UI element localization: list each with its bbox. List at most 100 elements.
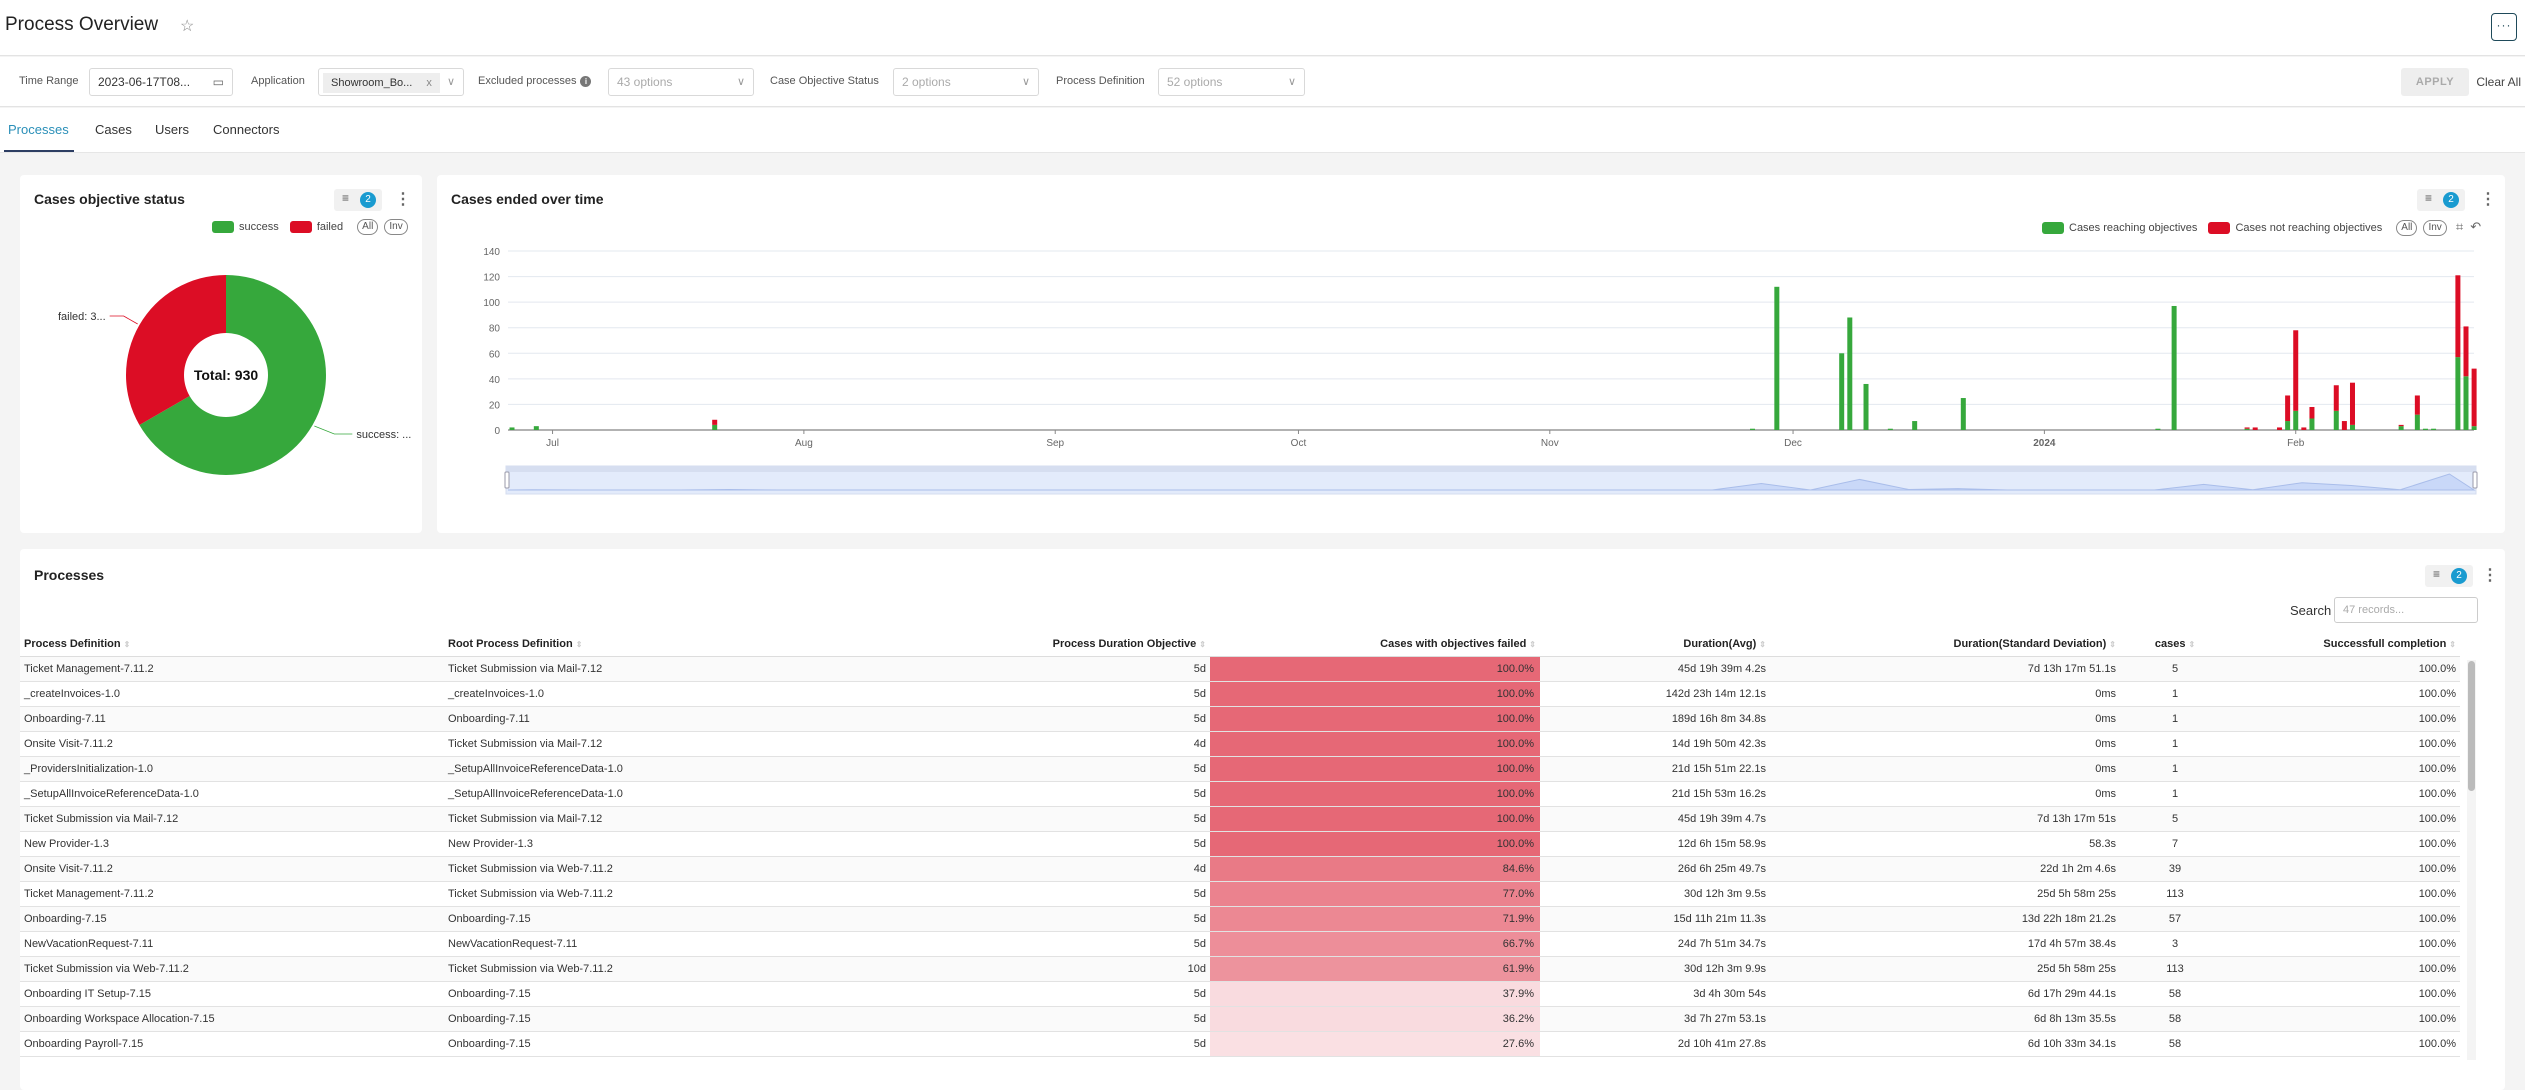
filter-chip[interactable]: ≡ 2	[2425, 565, 2473, 587]
table-scrollbar[interactable]	[2467, 660, 2476, 1060]
bar-reaching[interactable]	[2422, 428, 2428, 430]
table-row[interactable]: Onsite Visit-7.11.2 Ticket Submission via…	[20, 856, 2460, 882]
table-row[interactable]: Onboarding Payroll-7.15 Onboarding-7.15 5d…	[20, 1031, 2460, 1057]
bar-reaching[interactable]	[2398, 426, 2404, 430]
column-header[interactable]: Duration(Standard Deviation) ⇕	[1770, 632, 2120, 657]
case-objective-status-select[interactable]: 2 options ∨	[893, 68, 1039, 96]
tab-cases[interactable]: Cases	[95, 122, 132, 137]
column-header[interactable]: Successfull completion ⇕	[2230, 632, 2460, 657]
table-row[interactable]: _createInvoices-1.0 _createInvoices-1.0 5d…	[20, 681, 2460, 707]
bar-not-reaching[interactable]	[2455, 275, 2461, 358]
zoom-handle-right[interactable]	[2472, 471, 2478, 489]
bar-not-reaching[interactable]	[2244, 427, 2250, 429]
bar-not-reaching[interactable]	[2333, 385, 2339, 411]
kebab-menu-icon[interactable]: ⋮	[2482, 566, 2498, 586]
excluded-processes-select[interactable]: 43 options ∨	[608, 68, 754, 96]
sort-icon[interactable]: ⇕	[2188, 640, 2195, 649]
info-icon[interactable]: i	[580, 75, 592, 87]
column-header[interactable]: Duration(Avg) ⇕	[1540, 632, 1770, 657]
bar-reaching[interactable]	[2285, 421, 2291, 430]
bar-reaching[interactable]	[2455, 357, 2461, 430]
search-input[interactable]	[2334, 597, 2478, 623]
bar-reaching[interactable]	[2463, 376, 2469, 430]
bar-not-reaching[interactable]	[2277, 427, 2283, 430]
bar-reaching[interactable]	[2244, 428, 2250, 430]
zoom-slider-bar[interactable]	[506, 466, 2476, 472]
sort-icon[interactable]: ⇕	[1759, 640, 1766, 649]
column-header[interactable]: Process Duration Objective ⇕	[1044, 632, 1210, 657]
sort-icon[interactable]: ⇕	[1529, 640, 1536, 649]
bar-reaching[interactable]	[509, 427, 515, 430]
bar-not-reaching[interactable]	[2341, 421, 2347, 430]
table-row[interactable]: Onboarding Workspace Allocation-7.15 Onbo…	[20, 1006, 2460, 1032]
bar-reaching[interactable]	[1839, 353, 1845, 430]
table-row[interactable]: Ticket Submission via Web-7.11.2 Ticket S…	[20, 956, 2460, 982]
sort-icon[interactable]: ⇕	[1199, 640, 1206, 649]
bar-reaching[interactable]	[2471, 426, 2477, 430]
table-row[interactable]: _SetupAllInvoiceReferenceData-1.0 _SetupA…	[20, 781, 2460, 807]
table-row[interactable]: New Provider-1.3 New Provider-1.3 5d 100.0%…	[20, 831, 2460, 857]
bar-reaching[interactable]	[2333, 410, 2339, 430]
bar-reaching[interactable]	[533, 426, 539, 430]
bar-not-reaching[interactable]	[2463, 326, 2469, 377]
table-row[interactable]: Onboarding-7.11 Onboarding-7.11 5d 100.0% 18…	[20, 706, 2460, 732]
bar-not-reaching[interactable]	[2252, 427, 2258, 430]
bar-reaching[interactable]	[1960, 398, 1966, 430]
bar-not-reaching[interactable]	[712, 419, 718, 425]
bar-reaching[interactable]	[2414, 414, 2420, 430]
bar-reaching[interactable]	[2431, 428, 2437, 430]
bar-not-reaching[interactable]	[2285, 395, 2291, 422]
clear-all-button[interactable]: Clear All	[2476, 75, 2521, 89]
apply-button[interactable]: APPLY	[2401, 68, 2469, 96]
sort-icon[interactable]: ⇕	[2449, 640, 2456, 649]
bar-reaching[interactable]	[2349, 424, 2355, 430]
scrollbar-thumb[interactable]	[2468, 661, 2475, 791]
table-row[interactable]: Onsite Visit-7.11.2 Ticket Submission via…	[20, 731, 2460, 757]
bar-reaching[interactable]	[2171, 305, 2177, 430]
bar-reaching[interactable]	[2309, 418, 2315, 430]
bar-not-reaching[interactable]	[2398, 424, 2404, 427]
star-icon[interactable]: ☆	[180, 16, 194, 36]
donut-chart: success: ... failed: 3... Total: 930	[58, 275, 411, 475]
application-select[interactable]: Showroom_Bo... x ∨	[318, 68, 464, 96]
column-header[interactable]: Process Definition ⇕	[20, 632, 444, 657]
table-cell: 22d 1h 2m 4.6s	[1770, 856, 2120, 882]
bar-reaching[interactable]	[1847, 317, 1853, 430]
bar-reaching[interactable]	[1750, 428, 1756, 430]
table-row[interactable]: Ticket Management-7.11.2 Ticket Submissio…	[20, 881, 2460, 907]
bar-reaching[interactable]	[2155, 428, 2161, 430]
bar-not-reaching[interactable]	[2309, 406, 2315, 419]
tab-connectors[interactable]: Connectors	[213, 122, 279, 137]
table-row[interactable]: Onboarding IT Setup-7.15 Onboarding-7.15 5…	[20, 981, 2460, 1007]
sort-icon[interactable]: ⇕	[2109, 640, 2116, 649]
bar-not-reaching[interactable]	[2293, 330, 2299, 411]
bar-not-reaching[interactable]	[2301, 427, 2307, 430]
bar-reaching[interactable]	[1887, 428, 1893, 430]
table-row[interactable]: NewVacationRequest-7.11 NewVacationReques…	[20, 931, 2460, 957]
table-row[interactable]: _ProvidersInitialization-1.0 _SetupAllInv…	[20, 756, 2460, 782]
process-definition-select[interactable]: 52 options ∨	[1158, 68, 1305, 96]
column-header[interactable]: cases ⇕	[2120, 632, 2230, 657]
bar-reaching[interactable]	[1774, 286, 1780, 430]
bar-not-reaching[interactable]	[2471, 368, 2477, 427]
bar-not-reaching[interactable]	[2414, 395, 2420, 415]
bar-reaching[interactable]	[1863, 383, 1869, 430]
sort-icon[interactable]: ⇕	[576, 640, 583, 649]
zoom-handle-left[interactable]	[504, 471, 510, 489]
bar-reaching[interactable]	[2293, 410, 2299, 430]
table-row[interactable]: Ticket Management-7.11.2 Ticket Submissio…	[20, 656, 2460, 682]
bar-reaching[interactable]	[712, 424, 718, 430]
table-row[interactable]: Onboarding-7.15 Onboarding-7.15 5d 71.9% 15d…	[20, 906, 2460, 932]
table-row[interactable]: Ticket Submission via Mail-7.12 Ticket Su…	[20, 806, 2460, 832]
more-options-button[interactable]: ···	[2491, 13, 2517, 41]
time-range-picker[interactable]: 2023-06-17T08... ▭	[89, 68, 233, 96]
remove-chip-icon[interactable]: x	[426, 77, 432, 89]
column-header[interactable]: Root Process Definition ⇕	[444, 632, 1044, 657]
pie-slice-failed[interactable]	[126, 275, 226, 425]
sort-icon[interactable]: ⇕	[124, 640, 131, 649]
tab-processes[interactable]: Processes	[8, 122, 69, 137]
bar-not-reaching[interactable]	[2349, 382, 2355, 425]
bar-reaching[interactable]	[1912, 421, 1918, 430]
tab-users[interactable]: Users	[155, 122, 189, 137]
column-header[interactable]: Cases with objectives failed ⇕	[1210, 632, 1540, 657]
